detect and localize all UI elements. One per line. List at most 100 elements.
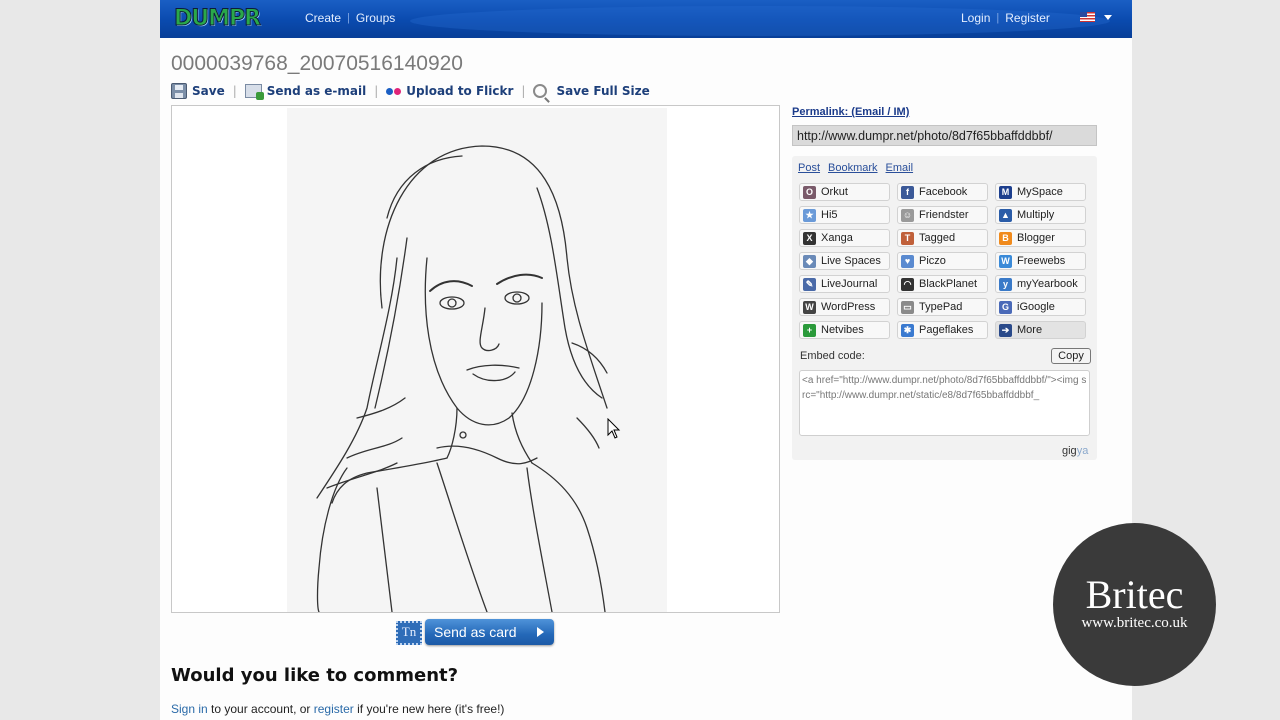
save-full-size-action[interactable]: Save Full Size [533, 84, 650, 98]
share-wordpress-button[interactable]: W WordPress [799, 298, 890, 316]
myspace-icon: M [999, 185, 1012, 199]
main-nav: Create | Groups [305, 11, 396, 25]
share-xanga-button[interactable]: X Xanga [799, 229, 890, 247]
sign-in-link[interactable]: Sign in [171, 702, 208, 716]
typepad-icon: ▭ [901, 300, 914, 314]
nav-create-link[interactable]: Create [305, 11, 341, 25]
mouse-cursor-icon [607, 418, 621, 439]
share-service-label: BlackPlanet [919, 278, 978, 290]
language-dropdown-caret-icon[interactable] [1104, 15, 1112, 20]
share-service-label: Live Spaces [821, 255, 881, 267]
igoogle-icon: G [999, 300, 1012, 314]
photo-actions-bar: Save | Send as e-mail | Upload to Flickr… [171, 83, 650, 100]
freewebs-icon: W [999, 254, 1012, 268]
friendster-icon: ☺ [901, 208, 914, 222]
xanga-icon: X [803, 231, 816, 245]
share-service-label: Piczo [919, 255, 946, 267]
share-services-grid: O Orkut f Facebook M MySpace ★ Hi5 ☺ Friendster ▲ M… [799, 183, 1086, 339]
share-orkut-button[interactable]: O Orkut [799, 183, 890, 201]
share-netvibes-button[interactable]: + Netvibes [799, 321, 890, 339]
photo-frame [171, 105, 780, 613]
magnifier-icon [533, 84, 548, 98]
send-email-action[interactable]: Send as e-mail [244, 84, 366, 100]
britec-watermark: Britec www.britec.co.uk [1053, 523, 1216, 686]
share-service-label: Orkut [821, 186, 848, 198]
auth-nav: Login | Register [961, 11, 1050, 25]
piczo-icon: ♥ [901, 254, 914, 268]
email-icon [244, 84, 264, 100]
nav-groups-link[interactable]: Groups [356, 11, 395, 25]
card-stamp-icon[interactable]: Tn [396, 621, 422, 645]
comment-register-link[interactable]: register [314, 702, 354, 716]
tab-post[interactable]: Post [798, 162, 820, 174]
share-multiply-button[interactable]: ▲ Multiply [995, 206, 1086, 224]
dumpr-logo[interactable]: DUMPR [173, 4, 261, 32]
share-live-spaces-button[interactable]: ◆ Live Spaces [799, 252, 890, 270]
share-service-label: More [1017, 324, 1043, 336]
share-friendster-button[interactable]: ☺ Friendster [897, 206, 988, 224]
share-service-label: Netvibes [821, 324, 864, 336]
share-service-label: Multiply [1017, 209, 1055, 221]
share-livejournal-button[interactable]: ✎ LiveJournal [799, 275, 890, 293]
blackplanet-icon: ◠ [901, 277, 914, 291]
register-link[interactable]: Register [1005, 11, 1050, 25]
share-service-label: Xanga [821, 232, 853, 244]
comment-signin-prompt: Sign in to your account, or register if … [171, 702, 505, 716]
share-myspace-button[interactable]: M MySpace [995, 183, 1086, 201]
share-service-label: MySpace [1017, 186, 1063, 198]
login-link[interactable]: Login [961, 11, 990, 25]
share-service-label: Friendster [919, 209, 969, 221]
top-navigation-bar: DUMPR Create | Groups Login | Register [160, 0, 1132, 38]
save-link[interactable]: Save [192, 84, 225, 98]
share-piczo-button[interactable]: ♥ Piczo [897, 252, 988, 270]
facebook-icon: f [901, 185, 914, 199]
flickr-icon [386, 87, 402, 95]
photo-title: 0000039768_20070516140920 [171, 52, 463, 75]
share-service-label: LiveJournal [821, 278, 878, 290]
permalink-label[interactable]: Permalink: (Email / IM) [792, 106, 909, 118]
photo-sketch-image[interactable] [287, 108, 667, 612]
live-spaces-icon: ◆ [803, 254, 816, 268]
wordpress-icon: W [803, 300, 816, 314]
watermark-title: Britec [1085, 572, 1184, 617]
share-hi5-button[interactable]: ★ Hi5 [799, 206, 890, 224]
upload-flickr-action[interactable]: Upload to Flickr [386, 84, 513, 98]
upload-flickr-link[interactable]: Upload to Flickr [406, 84, 513, 98]
comment-heading: Would you like to comment? [171, 665, 459, 686]
blogger-icon: B [999, 231, 1012, 245]
save-icon [171, 83, 187, 99]
gigya-logo[interactable]: gigya [1062, 445, 1088, 457]
share-service-label: WordPress [821, 301, 876, 313]
copy-button[interactable]: Copy [1051, 348, 1091, 364]
share-facebook-button[interactable]: f Facebook [897, 183, 988, 201]
hi5-icon: ★ [803, 208, 816, 222]
share-pageflakes-button[interactable]: ✱ Pageflakes [897, 321, 988, 339]
share-service-label: Tagged [919, 232, 956, 244]
send-email-link[interactable]: Send as e-mail [267, 84, 366, 98]
save-full-size-link[interactable]: Save Full Size [556, 84, 649, 98]
share-service-label: Hi5 [821, 209, 838, 221]
share-service-label: iGoogle [1017, 301, 1055, 313]
share-more-button[interactable]: ➔ More [995, 321, 1086, 339]
share-tagged-button[interactable]: T Tagged [897, 229, 988, 247]
share-tabs: Post Bookmark Email [798, 162, 913, 174]
share-freewebs-button[interactable]: W Freewebs [995, 252, 1086, 270]
share-blogger-button[interactable]: B Blogger [995, 229, 1086, 247]
multiply-icon: ▲ [999, 208, 1012, 222]
share-blackplanet-button[interactable]: ◠ BlackPlanet [897, 275, 988, 293]
us-flag-icon[interactable] [1080, 12, 1095, 22]
save-action[interactable]: Save [171, 83, 225, 99]
tab-bookmark[interactable]: Bookmark [828, 162, 878, 174]
share-panel: Post Bookmark Email O Orkut f Facebook M MySp… [792, 156, 1097, 460]
watermark-url: www.britec.co.uk [1081, 615, 1188, 631]
embed-code-textarea[interactable]: <a href="http://www.dumpr.net/photo/8d7f… [799, 370, 1090, 436]
pageflakes-icon: ✱ [901, 323, 914, 337]
netvibes-icon: + [803, 323, 816, 337]
share-typepad-button[interactable]: ▭ TypePad [897, 298, 988, 316]
share-service-label: Facebook [919, 186, 968, 198]
share-igoogle-button[interactable]: GiGoogle [995, 298, 1086, 316]
share-myyearbook-button[interactable]: y myYearbook [995, 275, 1086, 293]
send-as-card-button[interactable]: Send as card [425, 619, 554, 645]
permalink-url-field[interactable] [792, 125, 1097, 146]
tab-email[interactable]: Email [886, 162, 914, 174]
